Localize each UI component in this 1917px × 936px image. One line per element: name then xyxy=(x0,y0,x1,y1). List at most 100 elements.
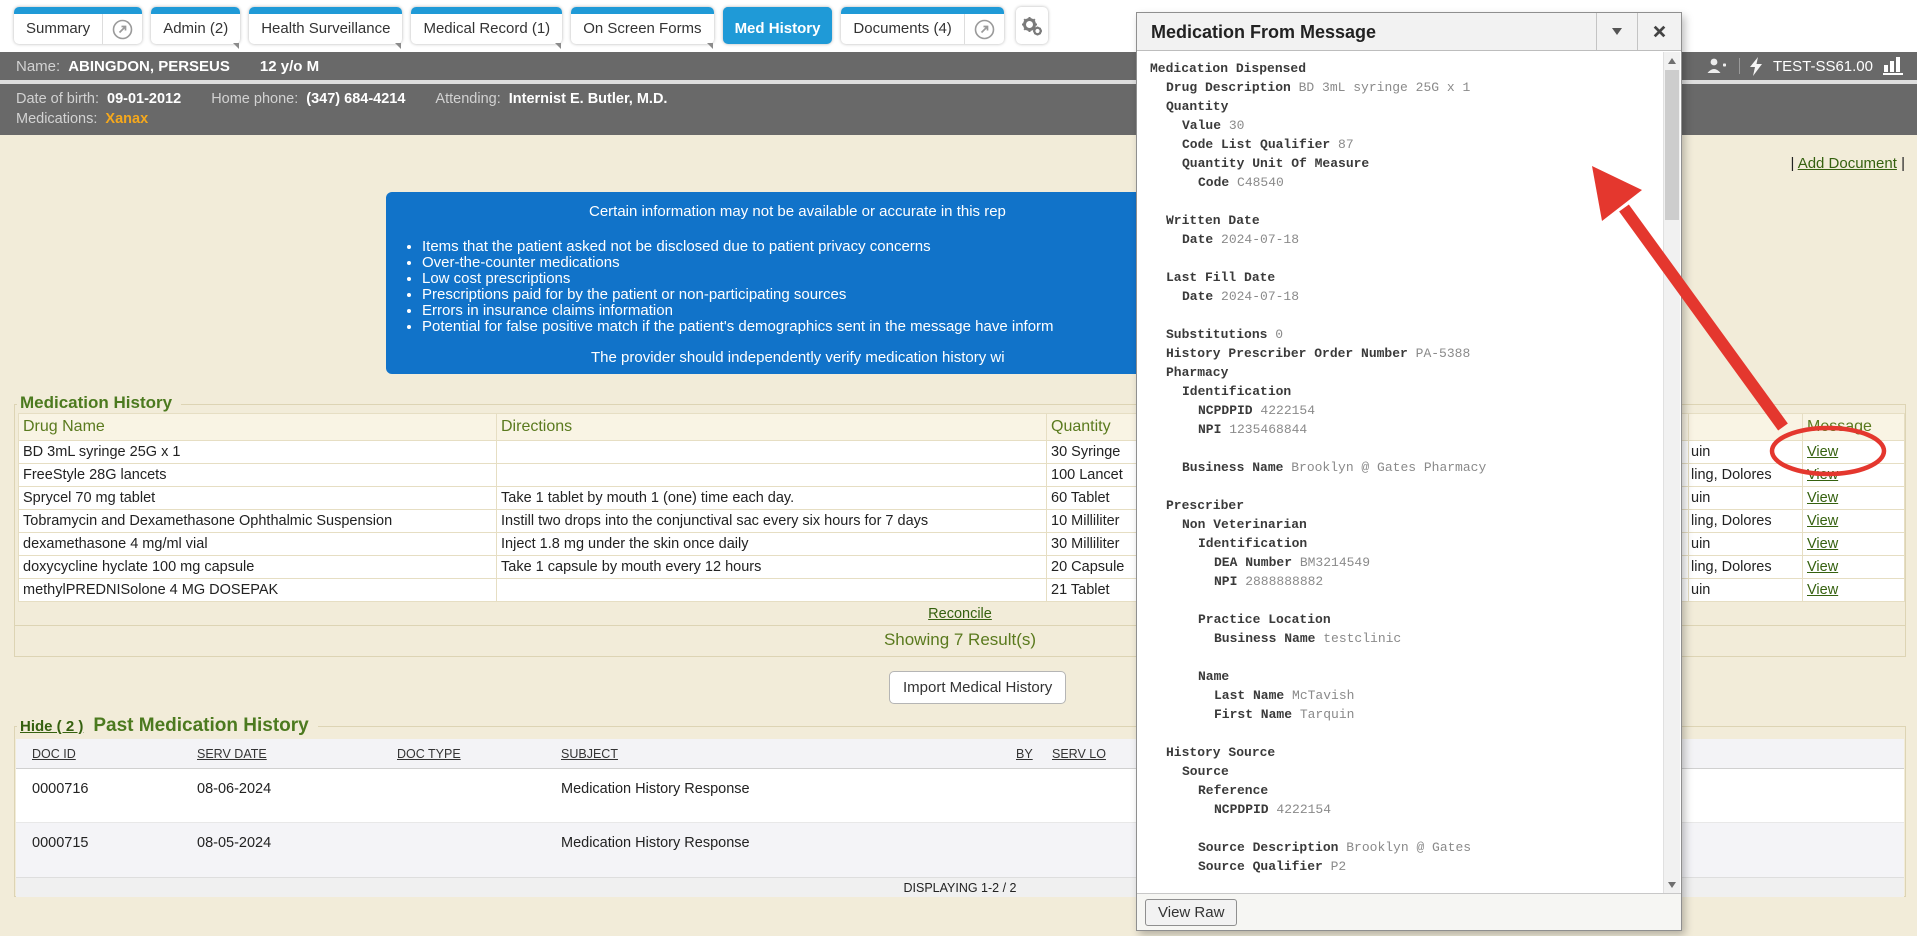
modal-line-label: Quantity Unit Of Measure xyxy=(1182,156,1369,171)
view-raw-button[interactable]: View Raw xyxy=(1145,899,1237,926)
info-footer: The provider should independently verify… xyxy=(591,349,1005,366)
modal-line: Non Veterinarian xyxy=(1150,515,1655,534)
modal-line: Written Date xyxy=(1150,211,1655,230)
dob-value: 09-01-2012 xyxy=(107,91,181,107)
modal-line: Name xyxy=(1150,667,1655,686)
col-by[interactable]: BY xyxy=(1016,747,1033,761)
view-link[interactable]: View xyxy=(1807,536,1838,552)
drug-cell: FreeStyle 28G lancets xyxy=(19,464,497,487)
scroll-up-icon[interactable] xyxy=(1664,52,1680,69)
col-serv-loc[interactable]: SERV LO xyxy=(1052,747,1106,761)
modal-line: Business Name testclinic xyxy=(1150,629,1655,648)
add-document-row: | Add Document | xyxy=(1790,155,1905,172)
modal-line-label: Written Date xyxy=(1166,213,1260,228)
add-user-icon[interactable] xyxy=(1705,57,1729,75)
col-doc-id[interactable]: DOC ID xyxy=(32,747,76,761)
modal-line-value: 2024-07-18 xyxy=(1213,289,1299,304)
modal-line: NCPDPID 4222154 xyxy=(1150,401,1655,420)
col-doc-type[interactable]: DOC TYPE xyxy=(397,747,461,761)
directions-cell: Take 1 capsule by mouth every 12 hours xyxy=(497,556,1047,579)
by-cell: uin xyxy=(1689,579,1803,602)
modal-line: Last Fill Date xyxy=(1150,268,1655,287)
modal-line: History Prescriber Order Number PA-5388 xyxy=(1150,344,1655,363)
tab-health-surveillance[interactable]: Health Surveillance xyxy=(249,7,402,44)
modal-line-label: NCPDPID xyxy=(1198,403,1253,418)
reconcile-link[interactable]: Reconcile xyxy=(928,606,992,622)
import-medical-history-button[interactable]: Import Medical History xyxy=(889,671,1066,704)
section-title: Medication History xyxy=(20,393,172,412)
modal-line-label: Identification xyxy=(1198,536,1307,551)
modal-line: NCPDPID 4222154 xyxy=(1150,800,1655,819)
view-link[interactable]: View xyxy=(1807,513,1838,529)
view-link[interactable]: View xyxy=(1807,467,1838,483)
collapse-button[interactable] xyxy=(1596,13,1637,50)
modal-line-value: 4222154 xyxy=(1269,802,1331,817)
tab-summary[interactable]: Summary xyxy=(14,7,142,44)
modal-line-value: McTavish xyxy=(1284,688,1354,703)
hide-link[interactable]: Hide ( 2 ) xyxy=(20,718,83,735)
col-by xyxy=(1689,414,1803,441)
by-cell: uin xyxy=(1689,533,1803,556)
past-history-legend: Hide ( 2 ) Past Medication History xyxy=(17,715,318,737)
external-link-icon[interactable] xyxy=(964,7,1004,44)
modal-line xyxy=(1150,439,1655,458)
external-link-icon[interactable] xyxy=(102,7,142,44)
close-button[interactable] xyxy=(1637,13,1681,50)
tab-on-screen-forms[interactable]: On Screen Forms xyxy=(571,7,713,44)
dialog-titlebar[interactable]: Medication From Message xyxy=(1137,13,1681,51)
modal-line-label: Source xyxy=(1182,764,1229,779)
col-serv-date[interactable]: SERV DATE xyxy=(197,747,267,761)
modal-line-label: First Name xyxy=(1214,707,1292,722)
info-bullet: Low cost prescriptions xyxy=(422,271,1054,287)
modal-line: Business Name Brooklyn @ Gates Pharmacy xyxy=(1150,458,1655,477)
col-message: Message xyxy=(1803,414,1905,441)
tab-med-history[interactable]: Med History xyxy=(723,7,833,44)
modal-line: DEA Number BM3214549 xyxy=(1150,553,1655,572)
modal-line: First Name Tarquin xyxy=(1150,705,1655,724)
col-drug-name: Drug Name xyxy=(19,414,497,441)
lightning-icon[interactable] xyxy=(1750,57,1763,76)
tab-documents[interactable]: Documents (4) xyxy=(841,7,1003,44)
view-link[interactable]: View xyxy=(1807,559,1838,575)
modal-line: Code C48540 xyxy=(1150,173,1655,192)
tab-medical-record[interactable]: Medical Record (1) xyxy=(411,7,562,44)
scrollbar[interactable] xyxy=(1663,52,1680,893)
tab-label: Health Surveillance xyxy=(249,7,402,44)
modal-line-value: BD 3mL syringe 25G x 1 xyxy=(1291,80,1470,95)
scroll-down-icon[interactable] xyxy=(1664,876,1680,893)
modal-line: Identification xyxy=(1150,382,1655,401)
modal-line xyxy=(1150,249,1655,268)
modal-line: Substitutions 0 xyxy=(1150,325,1655,344)
attending-label: Attending: xyxy=(435,91,500,107)
by-cell: ling, Dolores xyxy=(1689,556,1803,579)
by-cell: uin xyxy=(1689,487,1803,510)
modal-line: Medication Dispensed xyxy=(1150,59,1655,78)
modal-line-label: Quantity xyxy=(1166,99,1228,114)
attending-value: Internist E. Butler, M.D. xyxy=(509,91,668,107)
directions-cell: Take 1 tablet by mouth 1 (one) time each… xyxy=(497,487,1047,510)
bar-chart-icon[interactable] xyxy=(1883,57,1903,75)
tab-label: Med History xyxy=(723,7,833,44)
view-link[interactable]: View xyxy=(1807,582,1838,598)
col-subject[interactable]: SUBJECT xyxy=(561,747,618,761)
medications-value[interactable]: Xanax xyxy=(105,111,148,127)
modal-line-value: Brooklyn @ Gates xyxy=(1338,840,1471,855)
modal-line xyxy=(1150,819,1655,838)
phone-value: (347) 684-4214 xyxy=(306,91,405,107)
message-cell: View xyxy=(1803,441,1905,464)
add-document-link[interactable]: Add Document xyxy=(1798,155,1897,172)
view-link[interactable]: View xyxy=(1807,490,1838,506)
scrollbar-thumb[interactable] xyxy=(1665,70,1679,220)
gear-icon xyxy=(1020,14,1044,38)
tab-admin[interactable]: Admin (2) xyxy=(151,7,240,44)
modal-line-label: Reference xyxy=(1198,783,1268,798)
settings-button[interactable] xyxy=(1016,7,1048,44)
modal-line-label: DEA Number xyxy=(1214,555,1292,570)
modal-line: Quantity Unit Of Measure xyxy=(1150,154,1655,173)
modal-line-label: Code xyxy=(1198,175,1229,190)
modal-line-value: 1235468844 xyxy=(1221,422,1307,437)
patient-age-sex: 12 y/o M xyxy=(260,58,319,75)
medication-from-message-dialog: Medication From Message Medication Dispe… xyxy=(1136,12,1682,931)
modal-line xyxy=(1150,648,1655,667)
view-link[interactable]: View xyxy=(1807,444,1838,460)
